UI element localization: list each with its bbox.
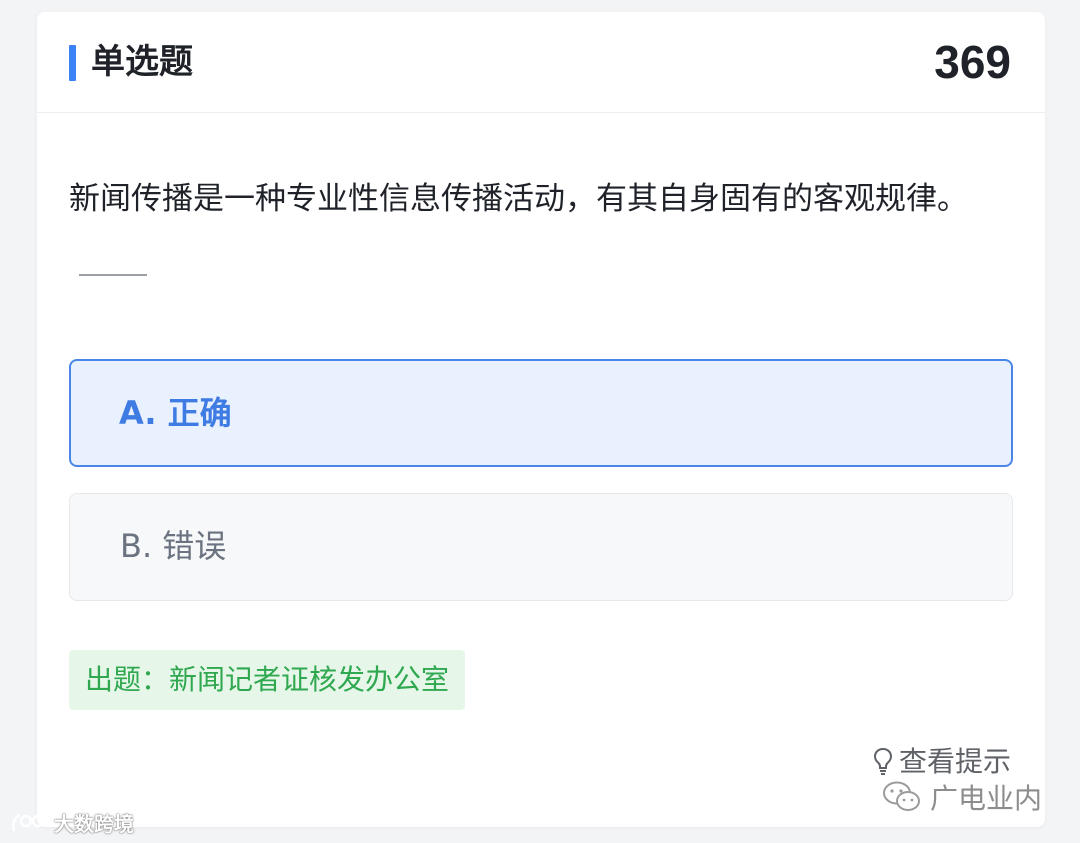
option-b-label: B. 错误 — [120, 527, 227, 565]
question-text-block: 新闻传播是一种专业性信息传播活动，有其自身固有的客观规律。 — [69, 169, 1014, 289]
watermark-left: 大数跨境 — [10, 808, 134, 837]
watermark-right-text: 广电业内 — [929, 782, 1042, 815]
type-accent-bar — [69, 45, 76, 81]
brand-logo-icon — [12, 813, 45, 831]
option-a[interactable]: A. 正确 — [69, 359, 1013, 467]
question-type-label: 单选题 — [91, 42, 193, 82]
question-card: 单选题 369 新闻传播是一种专业性信息传播活动，有其自身固有的客观规律。 A.… — [37, 12, 1045, 827]
option-a-label: A. 正确 — [119, 394, 232, 432]
view-hint-label: 查看提示 — [898, 745, 1011, 778]
view-hint-button[interactable]: 查看提示 — [873, 744, 1011, 780]
question-source-badge: 出题：新闻记者证核发办公室 — [69, 650, 466, 710]
watermark-right: 广电业内 — [882, 777, 1042, 817]
answer-blank — [79, 273, 147, 276]
option-b[interactable]: B. 错误 — [69, 493, 1013, 601]
wechat-icon — [882, 781, 920, 811]
question-number: 369 — [934, 36, 1011, 88]
question-header: 单选题 369 — [37, 12, 1045, 113]
question-text: 新闻传播是一种专业性信息传播活动，有其自身固有的客观规律。 — [69, 181, 968, 217]
watermark-left-text: 大数跨境 — [54, 812, 134, 836]
lightbulb-icon — [873, 747, 892, 775]
